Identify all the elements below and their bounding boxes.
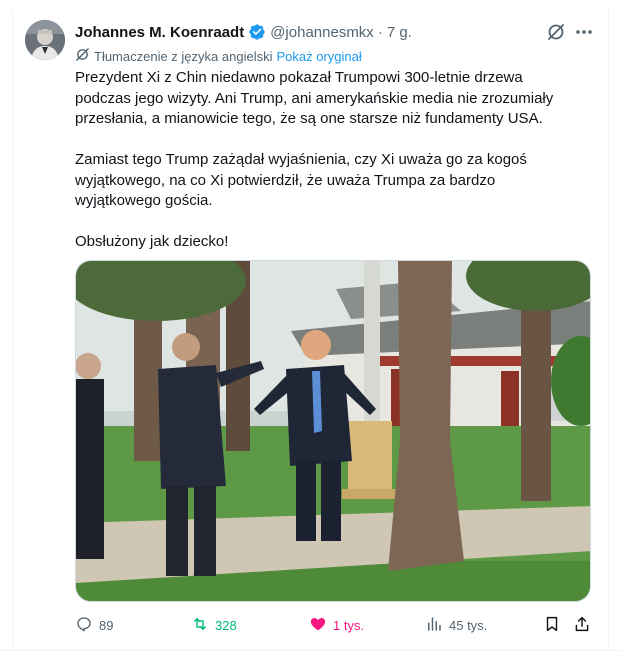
tweet-timestamp[interactable]: 7 g.: [387, 24, 412, 41]
translation-bar: Tłumaczenie z języka angielski Pokaż ory…: [75, 47, 362, 65]
reply-icon: [75, 615, 93, 636]
share-icon: [573, 615, 591, 636]
tweet-line: przesłania, a mianowicie tego, że są one…: [75, 110, 543, 127]
tweet-line: wyjątkowego gościa.: [75, 192, 213, 209]
like-button[interactable]: 1 tys.: [309, 614, 364, 636]
grok-icon[interactable]: [546, 22, 566, 42]
tweet-photo[interactable]: [75, 260, 591, 602]
action-bar: 89 328 1 tys. 45 tys.: [75, 614, 595, 636]
repost-count: 328: [215, 617, 237, 633]
tweet-line: podczas jego wizyty. Ani Trump, ani amer…: [75, 89, 554, 107]
avatar[interactable]: [25, 20, 65, 60]
translation-label: Tłumaczenie z języka angielski: [94, 48, 273, 64]
tweet-line: Zamiast tego Trump zażądał wyjaśnienia, …: [75, 151, 527, 168]
repost-icon: [191, 615, 209, 636]
show-original-link[interactable]: Pokaż oryginał: [276, 49, 361, 64]
author-name[interactable]: Johannes M. Koenraadt: [75, 24, 244, 41]
tweet-header: Johannes M. Koenraadt @johannesmkx · 7 g…: [75, 22, 412, 42]
views-button[interactable]: 45 tys.: [425, 614, 487, 636]
like-count: 1 tys.: [333, 617, 365, 633]
author-handle[interactable]: @johannesmkx: [270, 24, 374, 41]
repost-button[interactable]: 328: [191, 614, 237, 636]
reply-button[interactable]: 89: [75, 614, 113, 636]
more-icon[interactable]: [574, 22, 594, 42]
verified-badge-icon: [248, 23, 266, 41]
bookmark-icon: [543, 615, 561, 636]
separator-dot: ·: [377, 23, 383, 41]
bookmark-button[interactable]: [543, 614, 561, 636]
tweet-line: Obsłużony jak dziecko!: [75, 233, 229, 250]
tweet-line: wyjątkowego, na co Xi potwierdził, że uw…: [75, 171, 496, 189]
tweet-text: Prezydent Xi z Chin niedawno pokazał Tru…: [75, 68, 595, 253]
views-count: 45 tys.: [449, 617, 488, 633]
share-button[interactable]: [573, 614, 591, 636]
tweet-line: Prezydent Xi z Chin niedawno pokazał Tru…: [75, 69, 523, 86]
heart-icon: [309, 615, 327, 636]
reply-count: 89: [99, 617, 114, 633]
views-icon: [425, 615, 443, 636]
translate-icon: [75, 47, 90, 65]
